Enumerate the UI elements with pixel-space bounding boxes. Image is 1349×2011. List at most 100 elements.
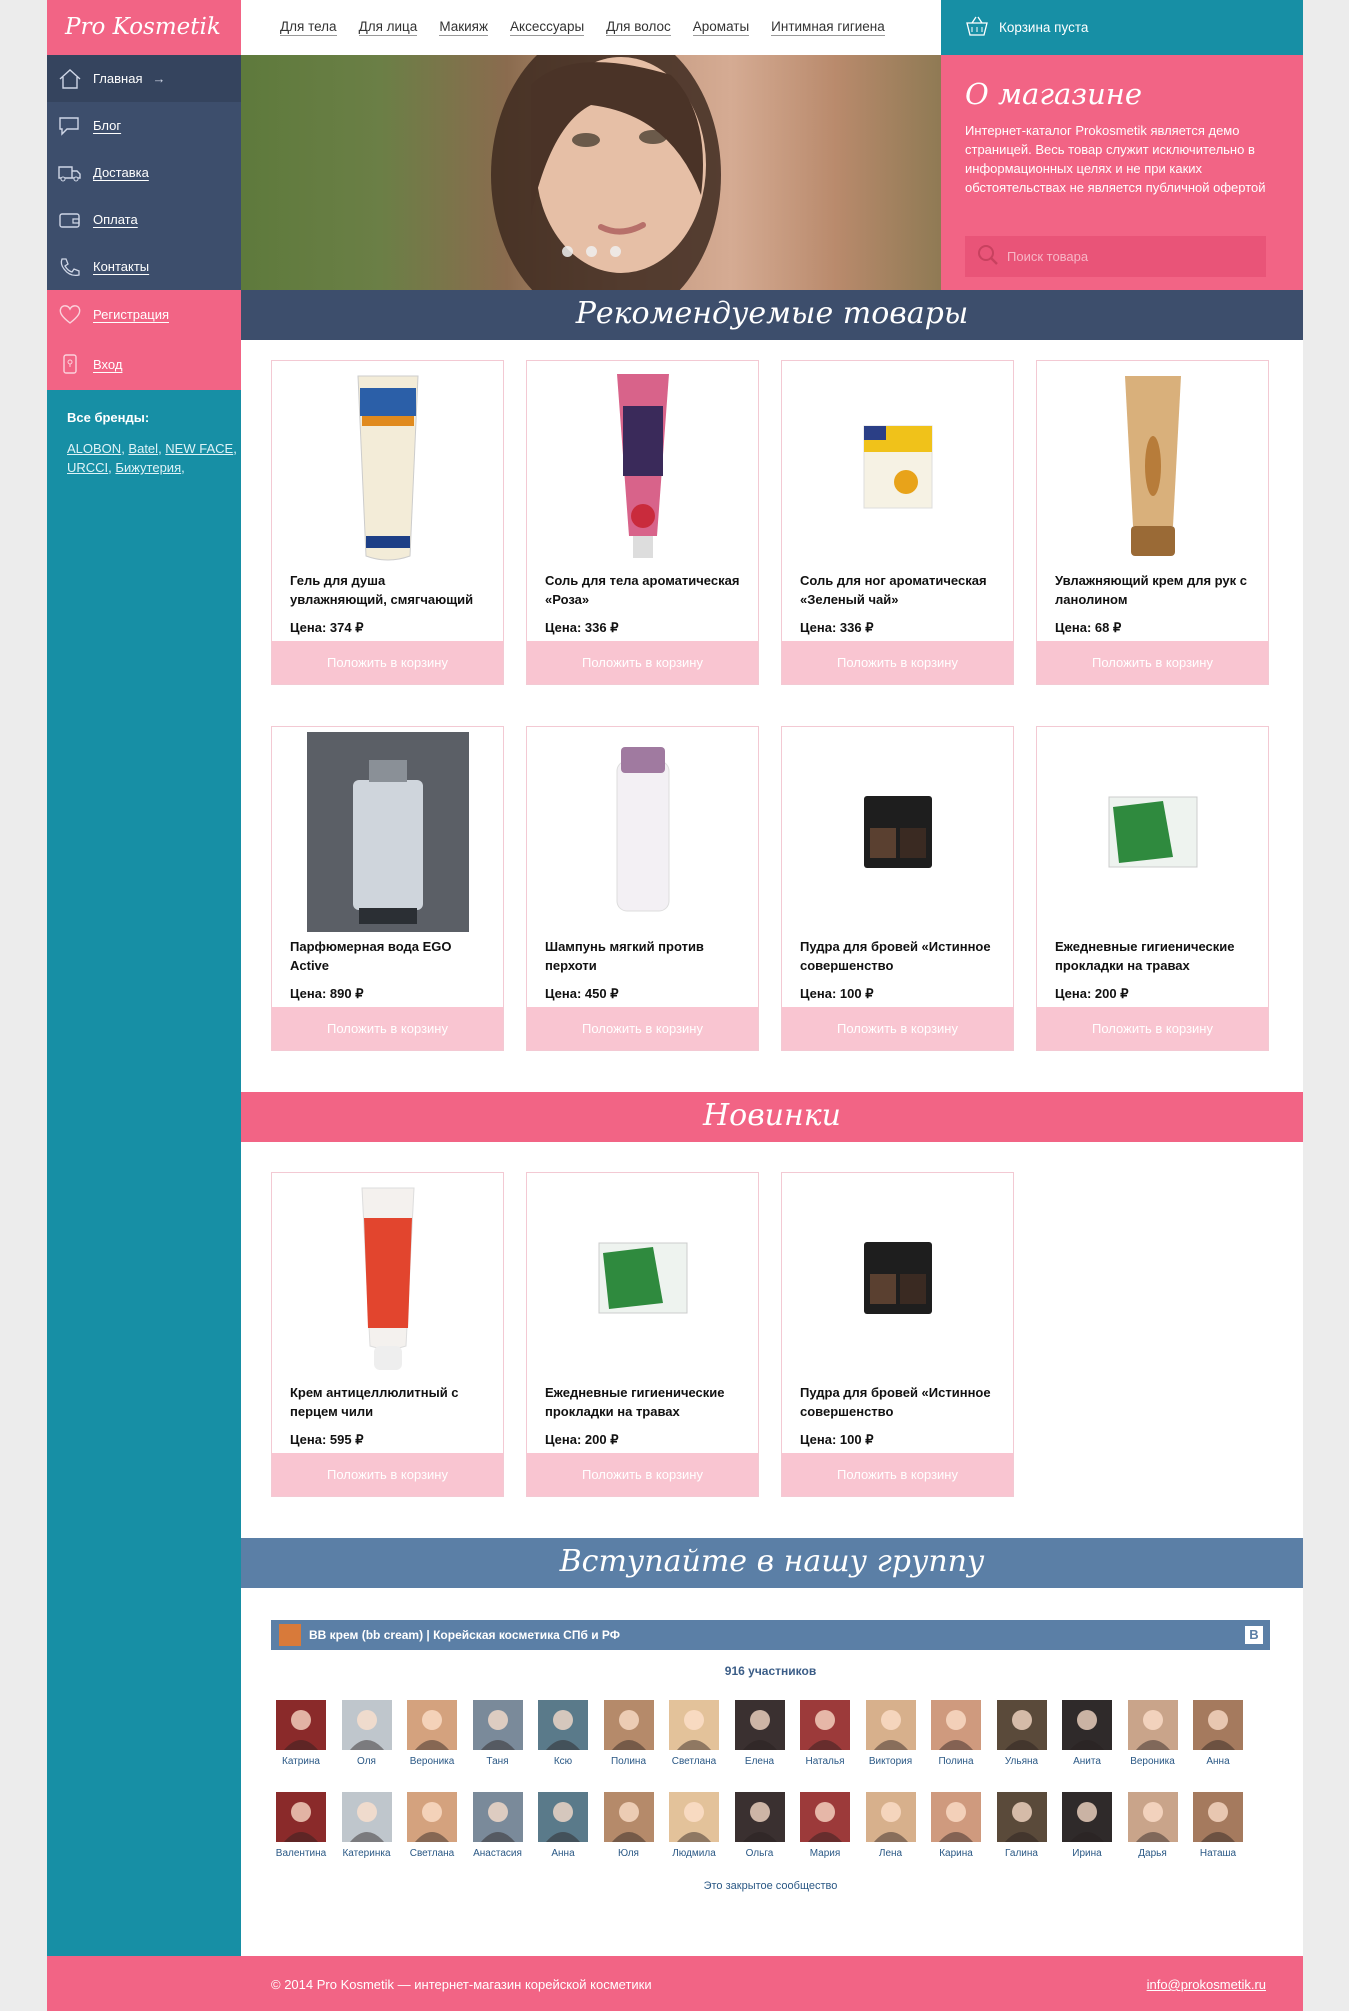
- vk-member[interactable]: Светлана: [402, 1792, 462, 1859]
- vk-member[interactable]: Дарья: [1123, 1792, 1183, 1859]
- member-avatar[interactable]: [800, 1700, 850, 1750]
- product-card[interactable]: Пудра для бровей «Истинное совершенство …: [781, 726, 1014, 1051]
- product-card[interactable]: Соль для ног ароматическая «Зеленый чай»…: [781, 360, 1014, 685]
- add-to-cart-button[interactable]: Положить в корзину: [527, 1453, 758, 1496]
- member-avatar[interactable]: [472, 1700, 523, 1750]
- member-avatar[interactable]: [996, 1700, 1047, 1750]
- vk-member[interactable]: Мария: [795, 1792, 855, 1859]
- add-to-cart-button[interactable]: Положить в корзину: [272, 641, 503, 684]
- add-to-cart-button[interactable]: Положить в корзину: [527, 641, 758, 684]
- member-name[interactable]: Вероника: [402, 1756, 462, 1767]
- product-card[interactable]: Парфюмерная вода EGO Active Цена: 890 ₽ …: [271, 726, 504, 1051]
- vk-member[interactable]: Людмила: [664, 1792, 724, 1859]
- vk-member[interactable]: Наташа: [1188, 1792, 1248, 1859]
- nav-item-contacts[interactable]: Контакты: [47, 243, 241, 290]
- member-avatar[interactable]: [800, 1792, 850, 1842]
- member-avatar[interactable]: [865, 1700, 916, 1750]
- vk-member[interactable]: Наталья: [795, 1700, 855, 1767]
- member-avatar[interactable]: [1062, 1700, 1112, 1750]
- member-avatar[interactable]: [669, 1700, 719, 1750]
- member-name[interactable]: Оля: [337, 1756, 397, 1767]
- vk-member[interactable]: Анна: [533, 1792, 593, 1859]
- vk-member[interactable]: Светлана: [664, 1700, 724, 1767]
- member-name[interactable]: Мария: [795, 1848, 855, 1859]
- member-avatar[interactable]: [276, 1700, 326, 1750]
- vk-member[interactable]: Валентина: [271, 1792, 331, 1859]
- member-avatar[interactable]: [734, 1700, 785, 1750]
- member-name[interactable]: Галина: [992, 1848, 1052, 1859]
- member-name[interactable]: Таня: [468, 1756, 528, 1767]
- product-card[interactable]: Ежедневные гигиенические прокладки на тр…: [1036, 726, 1269, 1051]
- vk-member[interactable]: Полина: [599, 1700, 659, 1767]
- nav-item-payment[interactable]: Оплата: [47, 196, 241, 243]
- member-name[interactable]: Наташа: [1188, 1848, 1248, 1859]
- nav-item-delivery[interactable]: Доставка: [47, 149, 241, 196]
- member-avatar[interactable]: [865, 1792, 916, 1842]
- vk-member[interactable]: Анна: [1188, 1700, 1248, 1767]
- vk-member[interactable]: Ольга: [730, 1792, 790, 1859]
- vk-member[interactable]: Ирина: [1057, 1792, 1117, 1859]
- top-nav-link[interactable]: Для тела: [280, 19, 337, 36]
- member-name[interactable]: Дарья: [1123, 1848, 1183, 1859]
- nav-item-register[interactable]: Регистрация: [47, 290, 241, 338]
- brand-link[interactable]: NEW FACE: [165, 441, 233, 456]
- nav-item-home[interactable]: Главная →: [47, 55, 241, 102]
- member-name[interactable]: Виктория: [861, 1756, 921, 1767]
- top-nav-link[interactable]: Для волос: [606, 19, 671, 36]
- vk-member[interactable]: Анастасия: [468, 1792, 528, 1859]
- vk-member[interactable]: Лена: [861, 1792, 921, 1859]
- add-to-cart-button[interactable]: Положить в корзину: [527, 1007, 758, 1050]
- brand-link[interactable]: ALOBON: [67, 441, 121, 456]
- member-name[interactable]: Ксю: [533, 1756, 593, 1767]
- product-card[interactable]: Увлажняющий крем для рук с ланолином Цен…: [1036, 360, 1269, 685]
- member-name[interactable]: Ирина: [1057, 1848, 1117, 1859]
- top-nav-link[interactable]: Для лица: [358, 19, 418, 36]
- member-avatar[interactable]: [407, 1792, 457, 1842]
- vk-member[interactable]: Ксю: [533, 1700, 593, 1767]
- brand-link[interactable]: URCCI: [67, 460, 108, 475]
- vk-member[interactable]: Ульяна: [992, 1700, 1052, 1767]
- vk-widget-header[interactable]: BB крем (bb cream) | Корейская косметика…: [271, 1620, 1270, 1650]
- vk-logo-icon[interactable]: В: [1245, 1626, 1263, 1644]
- vk-member[interactable]: Вероника: [1123, 1700, 1183, 1767]
- member-avatar[interactable]: [603, 1700, 654, 1750]
- add-to-cart-button[interactable]: Положить в корзину: [1037, 1007, 1268, 1050]
- member-name[interactable]: Елена: [730, 1756, 790, 1767]
- member-name[interactable]: Вероника: [1123, 1756, 1183, 1767]
- member-name[interactable]: Светлана: [402, 1848, 462, 1859]
- member-name[interactable]: Катеринка: [337, 1848, 397, 1859]
- vk-member[interactable]: Вероника: [402, 1700, 462, 1767]
- member-name[interactable]: Катрина: [271, 1756, 331, 1767]
- member-name[interactable]: Светлана: [664, 1756, 724, 1767]
- vk-member[interactable]: Катрина: [271, 1700, 331, 1767]
- add-to-cart-button[interactable]: Положить в корзину: [782, 1007, 1013, 1050]
- vk-member[interactable]: Полина: [926, 1700, 986, 1767]
- member-avatar[interactable]: [538, 1700, 588, 1750]
- vk-member[interactable]: Анита: [1057, 1700, 1117, 1767]
- add-to-cart-button[interactable]: Положить в корзину: [1037, 641, 1268, 684]
- member-avatar[interactable]: [538, 1792, 588, 1842]
- search-input[interactable]: [1007, 249, 1247, 264]
- member-avatar[interactable]: [669, 1792, 719, 1842]
- logo[interactable]: Pro Kosmetik: [47, 0, 241, 55]
- slider-dot[interactable]: [586, 246, 597, 257]
- vk-member[interactable]: Виктория: [861, 1700, 921, 1767]
- nav-item-login[interactable]: Вход: [47, 338, 241, 390]
- member-avatar[interactable]: [603, 1792, 654, 1842]
- product-card[interactable]: Гель для душа увлажняющий, смягчающий Це…: [271, 360, 504, 685]
- top-nav-link[interactable]: Ароматы: [692, 19, 750, 36]
- member-name[interactable]: Полина: [599, 1756, 659, 1767]
- member-avatar[interactable]: [931, 1700, 981, 1750]
- product-card[interactable]: Шампунь мягкий против перхоти Цена: 450 …: [526, 726, 759, 1051]
- member-avatar[interactable]: [407, 1700, 457, 1750]
- member-avatar[interactable]: [1127, 1792, 1178, 1842]
- member-avatar[interactable]: [1193, 1792, 1243, 1842]
- add-to-cart-button[interactable]: Положить в корзину: [272, 1007, 503, 1050]
- member-name[interactable]: Анна: [1188, 1756, 1248, 1767]
- member-name[interactable]: Полина: [926, 1756, 986, 1767]
- member-avatar[interactable]: [931, 1792, 981, 1842]
- member-name[interactable]: Наталья: [795, 1756, 855, 1767]
- add-to-cart-button[interactable]: Положить в корзину: [782, 1453, 1013, 1496]
- member-name[interactable]: Анита: [1057, 1756, 1117, 1767]
- brand-link[interactable]: Бижутерия: [115, 460, 181, 475]
